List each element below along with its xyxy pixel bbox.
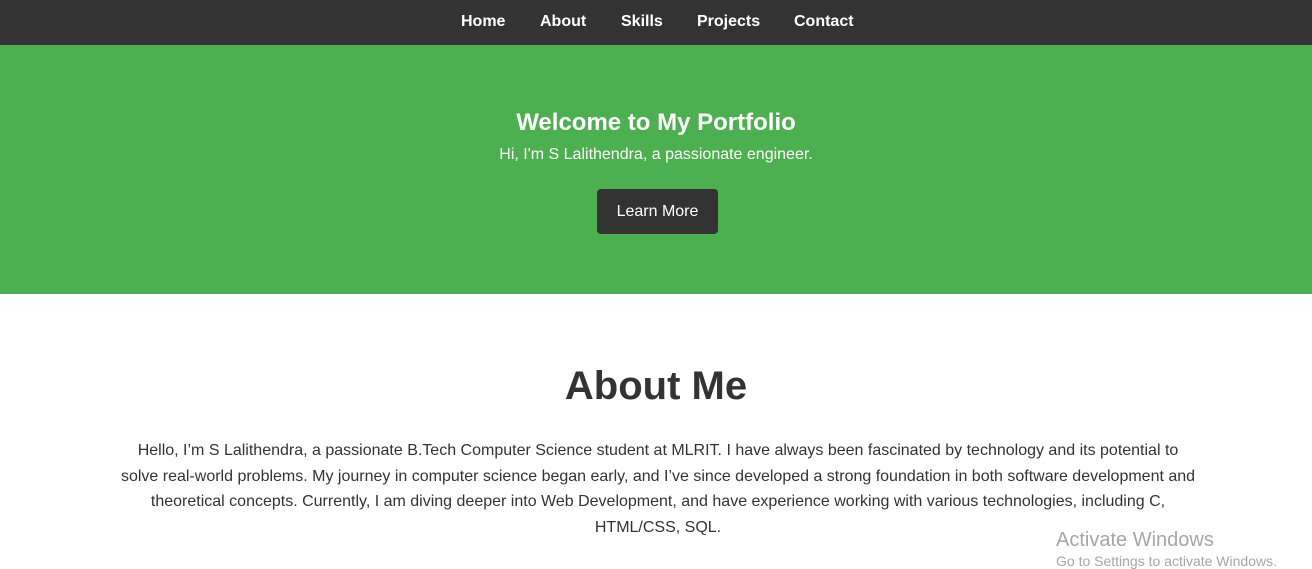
hero-subtitle: Hi, I'm S Lalithendra, a passionate engi… — [499, 146, 813, 163]
nav-link-about[interactable]: About — [540, 0, 586, 43]
hero-section: Welcome to My Portfolio Hi, I'm S Lalith… — [0, 45, 1312, 294]
nav-link-skills[interactable]: Skills — [621, 0, 663, 43]
nav-link-projects[interactable]: Projects — [697, 0, 760, 43]
learn-more-button[interactable]: Learn More — [597, 189, 718, 234]
top-navigation-bar: Home About Skills Projects Contact — [0, 0, 1312, 45]
about-paragraph: Hello, I’m S Lalithendra, a passionate B… — [120, 442, 1196, 536]
hero-title: Welcome to My Portfolio — [516, 109, 796, 136]
activate-windows-watermark-subtitle: Go to Settings to activate Windows. — [1056, 553, 1277, 569]
nav-link-contact[interactable]: Contact — [794, 0, 854, 43]
nav-link-home[interactable]: Home — [461, 0, 505, 43]
about-heading: About Me — [564, 364, 748, 408]
